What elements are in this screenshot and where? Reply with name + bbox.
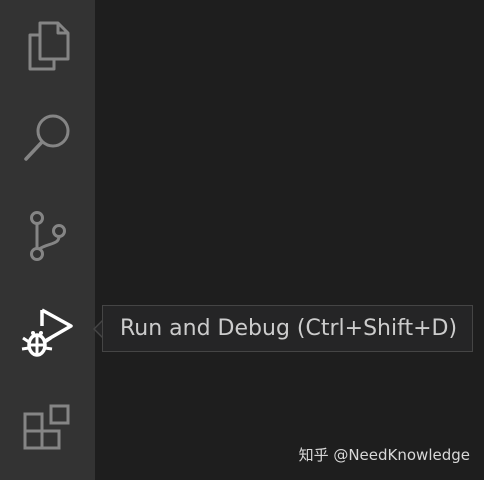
activity-explorer-button[interactable] [0,0,95,92]
run-debug-tooltip: Run and Debug (Ctrl+Shift+D) [102,305,474,352]
source-control-icon [29,211,66,261]
extensions-icon [23,404,69,450]
activity-search-button[interactable] [0,92,95,184]
tooltip-text: Run and Debug (Ctrl+Shift+D) [120,316,458,341]
files-icon [28,21,69,71]
search-icon [23,114,69,161]
activity-extensions-button[interactable] [0,384,95,476]
run-debug-icon [21,308,73,357]
activity-source-control-button[interactable] [0,190,95,282]
watermark: 知乎 @NeedKnowledge [298,446,470,464]
activity-bar [0,0,95,480]
vscode-window: Run and Debug (Ctrl+Shift+D) 知乎 @NeedKno… [0,0,484,480]
activity-run-debug-button[interactable] [0,284,95,376]
